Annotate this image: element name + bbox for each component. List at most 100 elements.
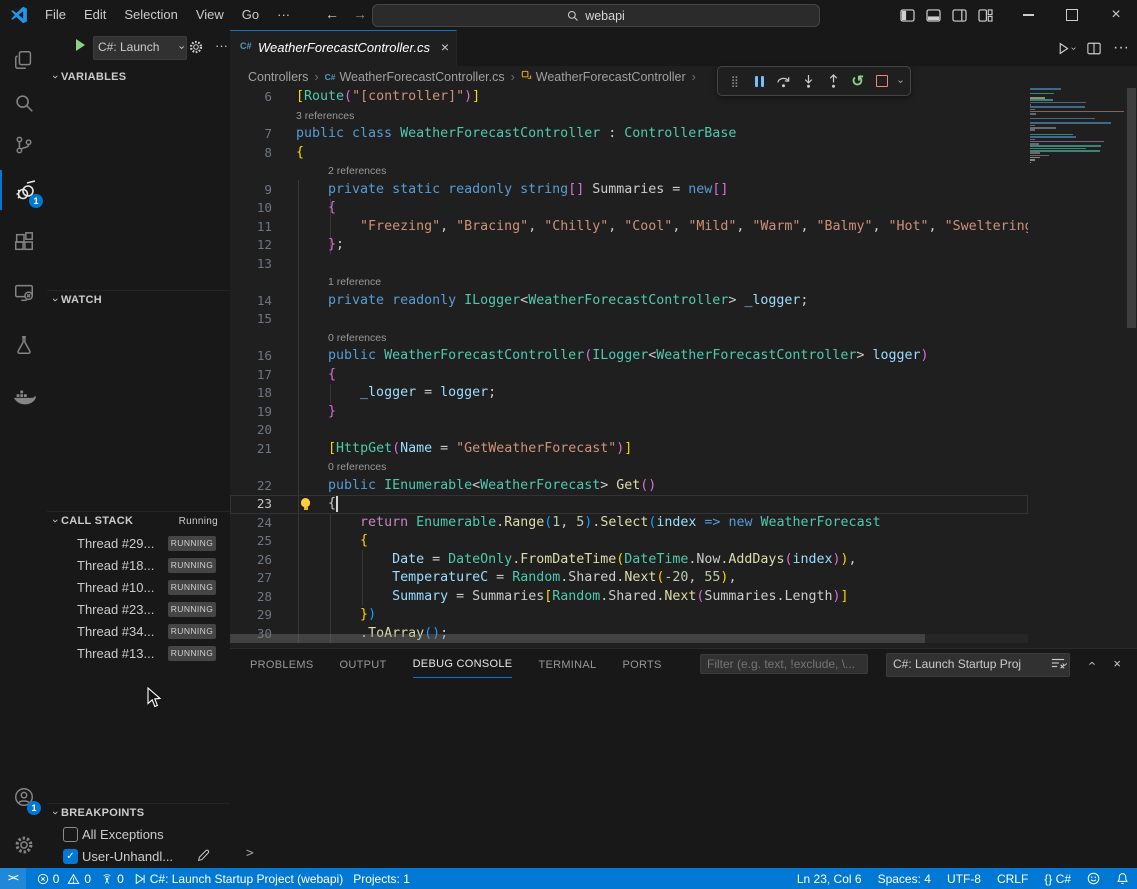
- toggle-panel-icon[interactable]: [926, 9, 941, 22]
- codelens-row[interactable]: 2 references: [230, 162, 1028, 181]
- tab-close-icon[interactable]: ×: [441, 39, 449, 55]
- code-lines[interactable]: 6[Route("[controller]")]3 references7pub…: [230, 88, 1028, 644]
- callstack-thread[interactable]: Thread #23...RUNNING: [47, 599, 230, 621]
- line-number[interactable]: 23: [230, 495, 272, 514]
- breadcrumb-item[interactable]: WeatherForecastController.cs: [339, 70, 504, 84]
- codelens-references[interactable]: 0 references: [328, 461, 386, 473]
- callstack-thread[interactable]: Thread #34...RUNNING: [47, 621, 230, 643]
- line-number[interactable]: 18: [230, 384, 272, 403]
- feedback-icon[interactable]: [1087, 872, 1100, 885]
- code-line-10[interactable]: 10 {: [230, 199, 1028, 218]
- code-line-12[interactable]: 12 };: [230, 236, 1028, 255]
- code-line-29[interactable]: 29 }): [230, 606, 1028, 625]
- cursor-position[interactable]: Ln 23, Col 6: [797, 872, 862, 886]
- codelens-row[interactable]: 0 references: [230, 458, 1028, 477]
- callstack-thread[interactable]: Thread #29...RUNNING: [47, 533, 230, 555]
- language-mode[interactable]: {} C#: [1044, 872, 1071, 886]
- code-line-19[interactable]: 19 }: [230, 403, 1028, 422]
- code-line-20[interactable]: 20: [230, 421, 1028, 440]
- line-number[interactable]: 16: [230, 347, 272, 366]
- notifications-bell-icon[interactable]: [1116, 872, 1129, 885]
- source-control-icon[interactable]: [0, 125, 47, 165]
- code-line-27[interactable]: 27 TemperatureC = Random.Shared.Next(-20…: [230, 569, 1028, 588]
- watch-section-header[interactable]: ›WATCH: [47, 290, 230, 312]
- code-line-9[interactable]: 9 private static readonly string[] Summa…: [230, 181, 1028, 200]
- code-line-18[interactable]: 18 _logger = logger;: [230, 384, 1028, 403]
- close-window-button[interactable]: ×: [1095, 0, 1137, 30]
- code-line-22[interactable]: 22 public IEnumerable<WeatherForecast> G…: [230, 477, 1028, 496]
- panel-tab-debug-console[interactable]: DEBUG CONSOLE: [413, 651, 513, 678]
- menu-file[interactable]: File: [36, 4, 75, 26]
- customize-layout-icon[interactable]: [978, 9, 993, 22]
- minimap[interactable]: [1028, 88, 1125, 644]
- codelens-row[interactable]: 1 reference: [230, 273, 1028, 292]
- line-number[interactable]: 21: [230, 440, 272, 459]
- codelens-row[interactable]: 0 references: [230, 329, 1028, 348]
- breakpoint-row[interactable]: ✓User-Unhandl...: [47, 847, 230, 867]
- nav-forward-icon[interactable]: →: [350, 6, 370, 22]
- breakpoints-section-header[interactable]: ›BREAKPOINTS: [47, 803, 230, 825]
- line-number[interactable]: 27: [230, 569, 272, 588]
- line-number[interactable]: 9: [230, 181, 272, 200]
- remote-explorer-icon[interactable]: [0, 273, 47, 313]
- code-line-28[interactable]: 28 Summary = Summaries[Random.Shared.Nex…: [230, 588, 1028, 607]
- codelens-references[interactable]: 1 reference: [328, 276, 381, 288]
- search-sidebar-icon[interactable]: [0, 83, 47, 123]
- start-debug-icon[interactable]: [76, 39, 85, 51]
- line-number[interactable]: 20: [230, 421, 272, 440]
- code-line-24[interactable]: 24 return Enumerable.Range(1, 5).Select(…: [230, 514, 1028, 533]
- toggle-sidebar-icon[interactable]: [900, 9, 915, 22]
- line-number[interactable]: 22: [230, 477, 272, 496]
- restart-icon[interactable]: ↺: [849, 72, 866, 90]
- line-number[interactable]: 14: [230, 292, 272, 311]
- toolbar-drag-handle[interactable]: ⣿: [726, 72, 743, 90]
- ports-status[interactable]: 0: [96, 868, 129, 889]
- code-editor[interactable]: 6[Route("[controller]")]3 references7pub…: [230, 88, 1137, 648]
- remote-indicator[interactable]: ><: [0, 868, 26, 889]
- line-number[interactable]: 29: [230, 606, 272, 625]
- edit-pencil-icon[interactable]: [197, 849, 210, 862]
- line-number[interactable]: 15: [230, 310, 272, 329]
- maximize-panel-icon[interactable]: ›: [1083, 661, 1098, 665]
- nav-back-icon[interactable]: ←: [322, 6, 342, 22]
- pause-button[interactable]: [751, 72, 768, 90]
- line-number[interactable]: 26: [230, 551, 272, 570]
- indentation[interactable]: Spaces: 4: [878, 872, 931, 886]
- panel-tab-problems[interactable]: PROBLEMS: [250, 652, 314, 678]
- close-panel-icon[interactable]: ×: [1113, 656, 1121, 671]
- explorer-icon[interactable]: [0, 40, 47, 80]
- code-line-14[interactable]: 14 private readonly ILogger<WeatherForec…: [230, 292, 1028, 311]
- code-line-11[interactable]: 11 "Freezing", "Bracing", "Chilly", "Coo…: [230, 218, 1028, 237]
- step-into-icon[interactable]: [800, 72, 817, 90]
- codelens-references[interactable]: 3 references: [296, 110, 354, 122]
- projects-status[interactable]: Projects: 1: [348, 868, 415, 889]
- sidebar-more-actions[interactable]: ···: [215, 38, 228, 53]
- toggle-secondary-sidebar-icon[interactable]: [952, 9, 967, 22]
- panel-tab-output[interactable]: OUTPUT: [340, 652, 387, 678]
- command-center-search[interactable]: webapi: [372, 4, 820, 27]
- breakpoint-row[interactable]: All Exceptions: [47, 825, 230, 845]
- minimize-button[interactable]: [1007, 0, 1049, 30]
- code-line-8[interactable]: 8{: [230, 144, 1028, 163]
- codelens-references[interactable]: 0 references: [328, 332, 386, 344]
- docker-icon[interactable]: [0, 377, 47, 417]
- checkbox-checked[interactable]: ✓: [63, 849, 78, 864]
- filter-input[interactable]: [700, 654, 868, 674]
- lightbulb-icon[interactable]: [301, 498, 310, 507]
- code-line-17[interactable]: 17 {: [230, 366, 1028, 385]
- extensions-icon[interactable]: [0, 222, 47, 262]
- code-line-26[interactable]: 26 Date = DateOnly.FromDateTime(DateTime…: [230, 551, 1028, 570]
- line-number[interactable]: 10: [230, 199, 272, 218]
- configure-gear-icon[interactable]: [188, 39, 204, 55]
- tab-weatherforecastcontroller[interactable]: C# WeatherForecastController.cs ×: [230, 30, 457, 66]
- settings-gear-icon[interactable]: [0, 825, 47, 865]
- eol-sequence[interactable]: CRLF: [997, 872, 1028, 886]
- callstack-thread[interactable]: Thread #18...RUNNING: [47, 555, 230, 577]
- callstack-section-header[interactable]: ›CALL STACK Running: [47, 511, 230, 533]
- split-editor-icon[interactable]: [1087, 42, 1101, 55]
- clear-console-icon[interactable]: [1051, 656, 1065, 670]
- testing-icon[interactable]: [0, 325, 47, 365]
- code-line-7[interactable]: 7public class WeatherForecastController …: [230, 125, 1028, 144]
- step-out-icon[interactable]: [825, 72, 842, 90]
- vertical-scrollbar[interactable]: [1127, 88, 1136, 328]
